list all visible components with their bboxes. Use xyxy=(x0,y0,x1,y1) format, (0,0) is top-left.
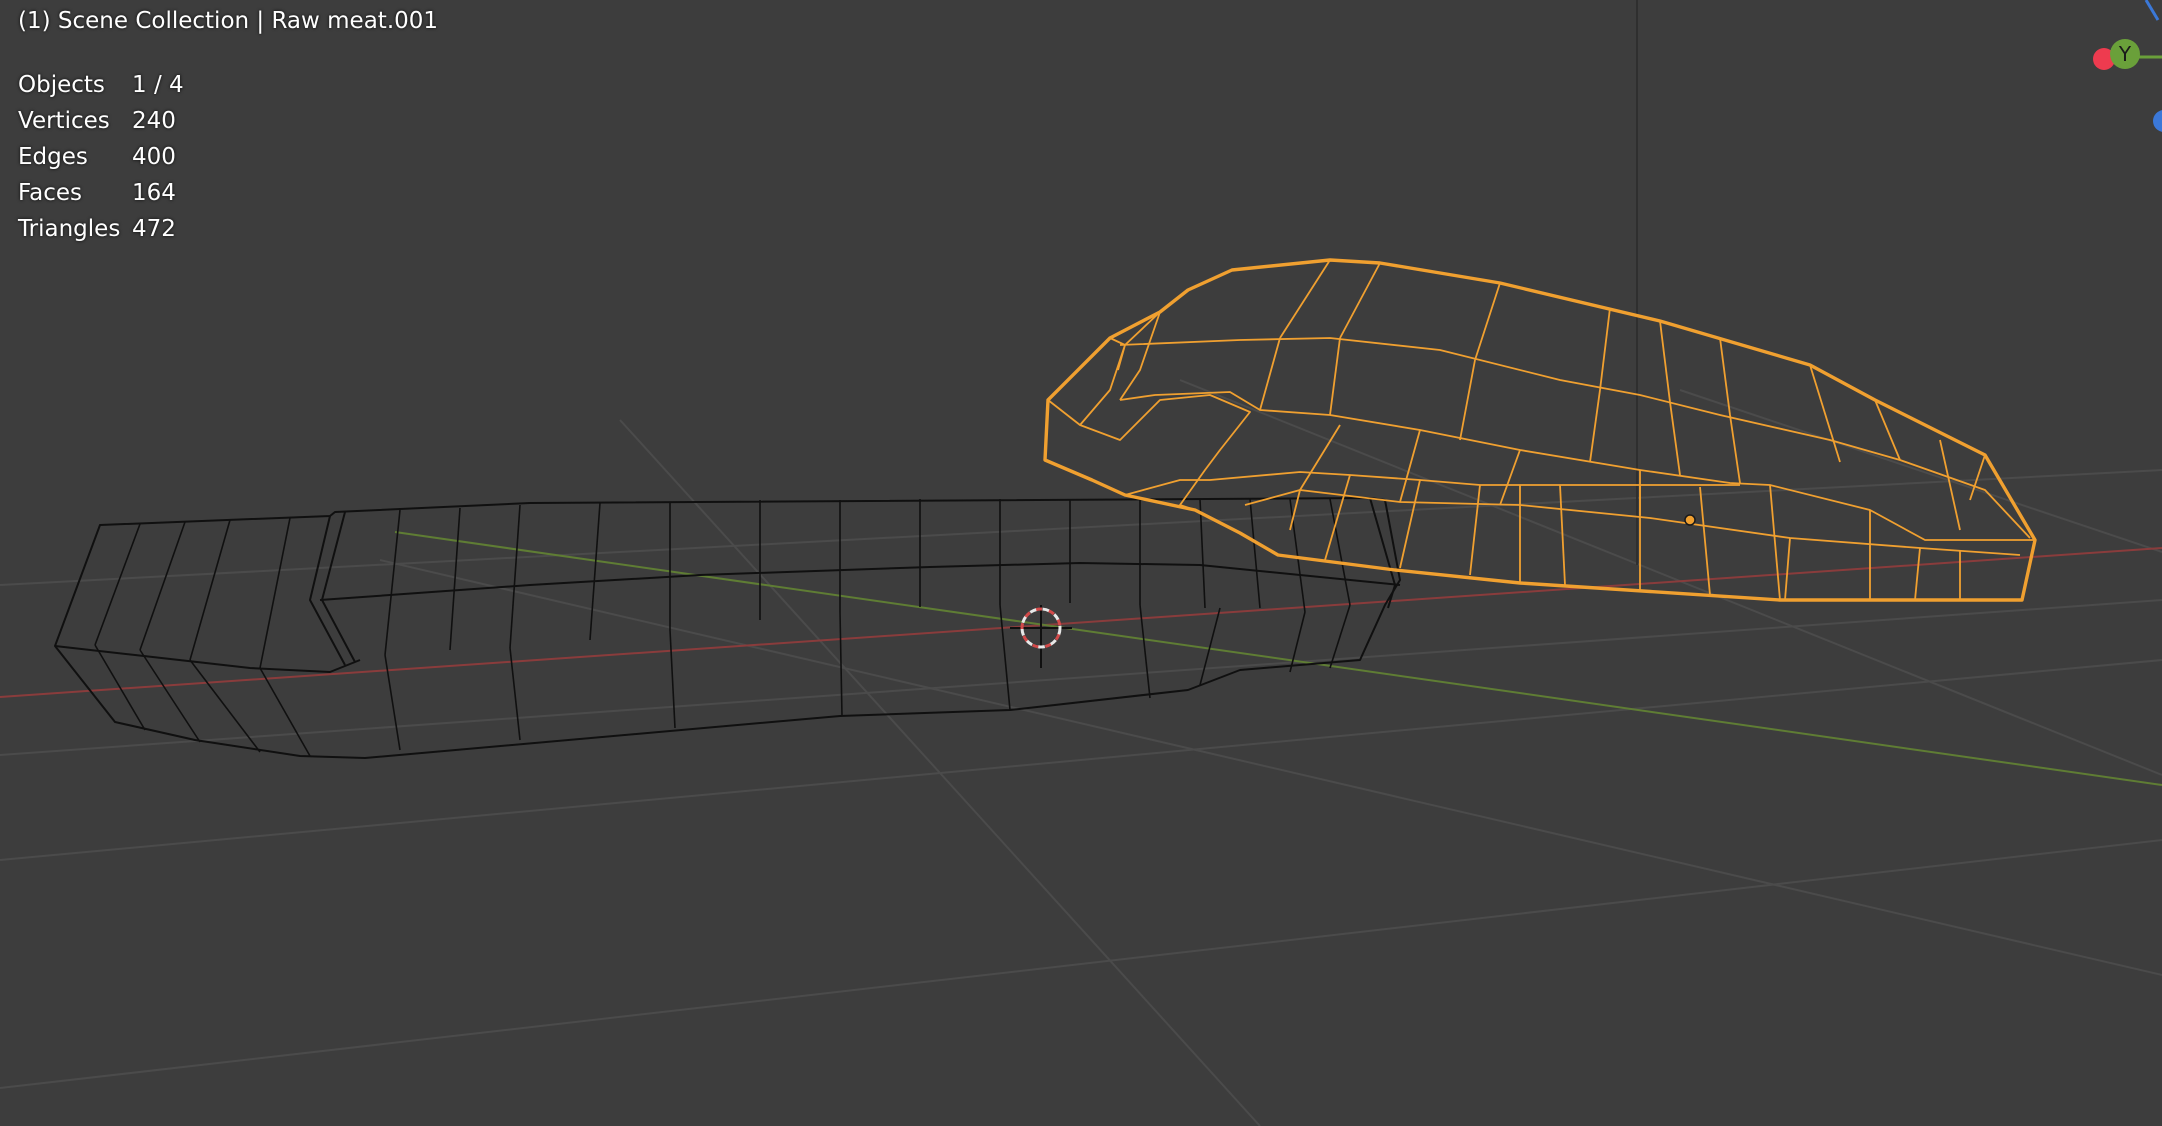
stat-label: Triangles xyxy=(18,216,121,242)
navigation-gizmo[interactable]: Y xyxy=(2093,0,2162,132)
stat-edges: Edges 400 xyxy=(18,139,184,175)
stat-triangles: Triangles 472 xyxy=(18,211,184,247)
viewport-canvas[interactable]: Y xyxy=(0,0,2162,1126)
stat-faces: Faces 164 xyxy=(18,175,184,211)
mesh-wireframe-unselected[interactable] xyxy=(54,497,1401,759)
stat-vertices: Vertices 240 xyxy=(18,103,184,139)
stat-label: Objects xyxy=(18,72,105,98)
mesh-wireframe-selected[interactable] xyxy=(1043,258,2037,602)
stat-objects: Objects 1 / 4 xyxy=(18,67,184,103)
viewport-header-text: (1) Scene Collection | Raw meat.001 xyxy=(18,8,439,34)
stat-value: 240 xyxy=(132,108,176,134)
stat-value: 164 xyxy=(132,180,176,206)
y-axis-line xyxy=(394,531,2162,786)
stat-label: Edges xyxy=(18,144,88,170)
stat-label: Vertices xyxy=(18,108,110,134)
stat-value: 472 xyxy=(132,216,176,242)
3d-cursor[interactable] xyxy=(1010,605,1072,668)
object-origin xyxy=(1684,514,1696,526)
gizmo-z-axis-icon[interactable] xyxy=(2153,110,2162,132)
scene-statistics: Objects 1 / 4 Vertices 240 Edges 400 Fac… xyxy=(18,67,184,247)
floor-grid xyxy=(0,379,2162,1126)
stat-value: 1 / 4 xyxy=(132,72,184,98)
gizmo-y-label: Y xyxy=(2118,42,2132,66)
stat-label: Faces xyxy=(18,180,82,206)
3d-viewport[interactable]: Y (1) Scene Collection | Raw meat.001 Ob… xyxy=(0,0,2162,1126)
stat-value: 400 xyxy=(132,144,176,170)
